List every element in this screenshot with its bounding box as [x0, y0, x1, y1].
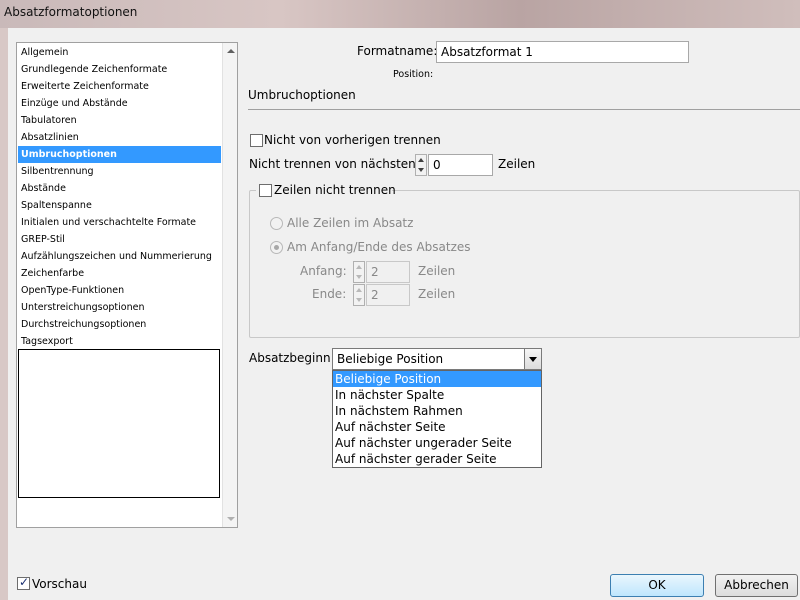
end-label: Ende: — [312, 287, 347, 301]
dropdown-option[interactable]: Auf nächster gerader Seite — [333, 451, 541, 467]
radio-dot-icon — [274, 245, 279, 250]
spin-down-icon[interactable] — [418, 168, 424, 172]
end-stepper[interactable] — [353, 284, 365, 306]
title-bar[interactable]: Absatzformatoptionen — [0, 0, 800, 28]
category-item-silbentrennung[interactable]: Silbentrennung — [18, 163, 221, 180]
keep-with-next-input[interactable]: 0 — [428, 154, 493, 176]
category-item-grep-stil[interactable]: GREP-Stil — [18, 231, 221, 248]
format-name-label: Formatname: — [357, 44, 438, 58]
dropdown-option[interactable]: Beliebige Position — [333, 371, 541, 387]
category-item-allgemein[interactable]: Allgemein — [18, 44, 221, 61]
category-list[interactable]: Allgemein Grundlegende Zeichenformate Er… — [16, 42, 238, 528]
start-unit: Zeilen — [418, 264, 456, 278]
preview-label: Vorschau — [32, 577, 87, 591]
category-item-umbruchoptionen[interactable]: Umbruchoptionen — [18, 146, 221, 163]
category-scrollbar[interactable] — [222, 43, 237, 527]
category-item-zeichenfarbe[interactable]: Zeichenfarbe — [18, 265, 221, 282]
chevron-down-icon — [529, 357, 537, 362]
paragraph-start-value: Beliebige Position — [337, 352, 444, 366]
end-input[interactable]: 2 — [366, 284, 410, 306]
category-item-opentype-funktionen[interactable]: OpenType-Funktionen — [18, 282, 221, 299]
spin-up-icon[interactable] — [418, 158, 424, 162]
keep-with-next-unit: Zeilen — [498, 157, 536, 171]
all-lines-radio[interactable] — [270, 217, 283, 230]
section-divider — [248, 109, 800, 110]
start-input[interactable]: 2 — [366, 261, 410, 283]
dropdown-option[interactable]: Auf nächster ungerader Seite — [333, 435, 541, 451]
keep-with-next-label: Nicht trennen von nächsten: — [249, 157, 420, 171]
checkmark-icon: ✓ — [19, 575, 30, 589]
preview-box — [18, 349, 220, 498]
window-frame — [0, 28, 8, 600]
category-item-initialen[interactable]: Initialen und verschachtelte Formate — [18, 214, 221, 231]
ok-button[interactable]: OK — [610, 574, 704, 597]
keep-lines-together-label: Zeilen nicht trennen — [274, 183, 396, 197]
position-label: Position: — [393, 69, 434, 80]
end-unit: Zeilen — [418, 287, 456, 301]
paragraph-start-label: Absatzbeginn: — [249, 351, 335, 365]
section-title: Umbruchoptionen — [248, 88, 356, 102]
category-item-einzuege-und-abstaende[interactable]: Einzüge und Abstände — [18, 95, 221, 112]
category-item-tabulatoren[interactable]: Tabulatoren — [18, 112, 221, 129]
start-label: Anfang: — [300, 264, 347, 278]
dropdown-button[interactable] — [524, 349, 541, 369]
category-item-tagsexport[interactable]: Tagsexport — [18, 333, 221, 350]
preview-checkbox[interactable]: ✓ — [17, 575, 30, 590]
spin-up-icon[interactable] — [356, 288, 362, 292]
window-title: Absatzformatoptionen — [4, 5, 138, 19]
dropdown-option[interactable]: In nächster Spalte — [333, 387, 541, 403]
all-lines-label: Alle Zeilen im Absatz — [287, 216, 414, 230]
keep-with-next-stepper[interactable] — [415, 154, 427, 176]
format-name-input[interactable]: Absatzformat 1 — [436, 41, 689, 63]
start-stepper[interactable] — [353, 261, 365, 283]
category-item-absatzlinien[interactable]: Absatzlinien — [18, 129, 221, 146]
keep-with-previous-checkbox[interactable] — [250, 134, 263, 147]
dropdown-option[interactable]: In nächstem Rahmen — [333, 403, 541, 419]
category-item-spaltenspanne[interactable]: Spaltenspanne — [18, 197, 221, 214]
category-item-unterstreichungsoptionen[interactable]: Unterstreichungsoptionen — [18, 299, 221, 316]
category-item-erweiterte-zeichenformate[interactable]: Erweiterte Zeichenformate — [18, 78, 221, 95]
dialog-body: Allgemein Grundlegende Zeichenformate Er… — [8, 28, 800, 600]
dropdown-option[interactable]: Auf nächster Seite — [333, 419, 541, 435]
category-item-aufzaehlungszeichen[interactable]: Aufzählungszeichen und Nummerierung — [18, 248, 221, 265]
at-start-end-label: Am Anfang/Ende des Absatzes — [287, 240, 471, 254]
spin-down-icon[interactable] — [356, 298, 362, 302]
paragraph-start-dropdown[interactable]: Beliebige Position In nächster Spalte In… — [332, 370, 542, 468]
category-item-durchstreichungsoptionen[interactable]: Durchstreichungsoptionen — [18, 316, 221, 333]
keep-lines-together-checkbox[interactable] — [259, 184, 272, 197]
at-start-end-radio[interactable] — [270, 241, 283, 254]
keep-with-previous-label: Nicht von vorherigen trennen — [264, 133, 441, 147]
category-item-grundlegende-zeichenformate[interactable]: Grundlegende Zeichenformate — [18, 61, 221, 78]
category-item-abstaende[interactable]: Abstände — [18, 180, 221, 197]
scroll-down-icon[interactable] — [227, 517, 235, 521]
paragraph-start-select[interactable]: Beliebige Position — [332, 348, 542, 370]
scroll-up-icon[interactable] — [227, 49, 235, 53]
spin-down-icon[interactable] — [356, 275, 362, 279]
spin-up-icon[interactable] — [356, 265, 362, 269]
cancel-button[interactable]: Abbrechen — [715, 574, 798, 597]
